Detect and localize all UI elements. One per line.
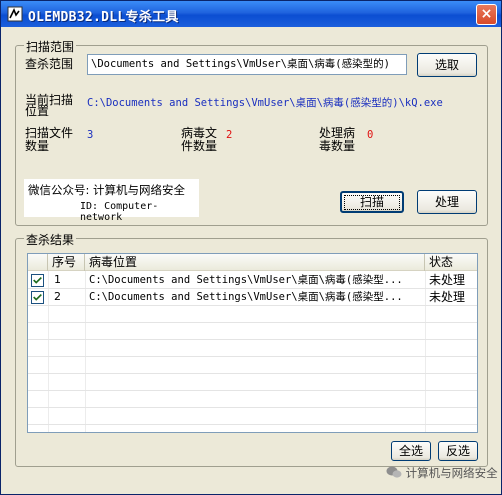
window-title: OLEMDB32.DLL专杀工具 bbox=[28, 10, 179, 25]
app-icon bbox=[7, 6, 23, 22]
handled-virus-label: 处理病 毒数量 bbox=[319, 126, 356, 153]
row-location: C:\Documents and Settings\VmUser\桌面\病毒(感… bbox=[89, 274, 403, 286]
wechat-line: 微信公众号: 计算机与网络安全 bbox=[28, 183, 186, 197]
process-button-label: 处理 bbox=[434, 195, 459, 209]
scope-input[interactable]: \Documents and Settings\VmUser\桌面\病毒(感染型… bbox=[87, 54, 407, 75]
column-location-header[interactable]: 病毒位置 bbox=[85, 254, 425, 271]
results-table-header: 序号 病毒位置 状态 bbox=[28, 254, 477, 271]
column-checkbox-header[interactable] bbox=[28, 254, 48, 271]
scan-range-title: 扫描范围 bbox=[24, 38, 77, 55]
empty-row bbox=[28, 391, 477, 408]
empty-row bbox=[28, 408, 477, 425]
invert-selection-label: 反选 bbox=[445, 444, 470, 458]
browse-button[interactable]: 选取 bbox=[417, 53, 477, 77]
current-scan-path: C:\Documents and Settings\VmUser\桌面\病毒(感… bbox=[87, 97, 443, 109]
scan-button[interactable]: 扫描 bbox=[340, 191, 404, 213]
empty-row bbox=[28, 340, 477, 357]
row-location: C:\Documents and Settings\VmUser\桌面\病毒(感… bbox=[89, 291, 403, 303]
app-window: OLEMDB32.DLL专杀工具 × 扫描范围 查杀范围 \Documents … bbox=[0, 0, 502, 495]
select-all-button[interactable]: 全选 bbox=[391, 441, 431, 461]
column-index-header[interactable]: 序号 bbox=[48, 254, 85, 271]
row-status: 未处理 bbox=[429, 273, 466, 287]
row-index: 2 bbox=[54, 290, 61, 303]
scope-label: 查杀范围 bbox=[25, 57, 74, 71]
row-index: 1 bbox=[54, 273, 61, 286]
row-checkbox[interactable] bbox=[31, 274, 44, 287]
results-table[interactable]: 序号 病毒位置 状态 1 C:\Documents and Settings\V… bbox=[27, 253, 478, 433]
empty-row bbox=[28, 306, 477, 323]
browse-button-label: 选取 bbox=[434, 58, 459, 72]
scanned-files-label: 扫描文件 数量 bbox=[25, 126, 74, 153]
handled-virus-count: 0 bbox=[367, 129, 374, 141]
scan-button-label: 扫描 bbox=[344, 195, 400, 210]
column-status-header[interactable]: 状态 bbox=[425, 254, 477, 271]
virus-files-label: 病毒文 件数量 bbox=[181, 126, 218, 153]
select-all-label: 全选 bbox=[398, 444, 423, 458]
invert-selection-button[interactable]: 反选 bbox=[438, 441, 478, 461]
process-button[interactable]: 处理 bbox=[417, 190, 477, 214]
close-button[interactable]: × bbox=[476, 4, 497, 25]
scanned-files-count: 3 bbox=[87, 129, 94, 141]
close-icon: × bbox=[480, 6, 493, 22]
wechat-id-line: ID: Computer-network bbox=[80, 201, 159, 223]
footer-watermark-text: 计算机与网络安全 bbox=[405, 466, 498, 480]
empty-row bbox=[28, 374, 477, 391]
wechat-icon bbox=[386, 466, 402, 478]
virus-files-count: 2 bbox=[226, 129, 233, 141]
current-scan-label: 当前扫描 位置 bbox=[25, 93, 74, 118]
wechat-watermark: 微信公众号: 计算机与网络安全 ID: Computer-network bbox=[24, 179, 199, 223]
results-title: 查杀结果 bbox=[24, 231, 77, 248]
title-bar[interactable]: OLEMDB32.DLL专杀工具 × bbox=[1, 1, 501, 27]
empty-row bbox=[28, 357, 477, 374]
table-row[interactable]: 2 C:\Documents and Settings\VmUser\桌面\病毒… bbox=[28, 289, 477, 306]
empty-row bbox=[28, 323, 477, 340]
table-row[interactable]: 1 C:\Documents and Settings\VmUser\桌面\病毒… bbox=[28, 272, 477, 289]
footer-watermark: 计算机与网络安全 bbox=[386, 465, 498, 485]
row-status: 未处理 bbox=[429, 290, 466, 304]
row-checkbox[interactable] bbox=[31, 291, 44, 304]
